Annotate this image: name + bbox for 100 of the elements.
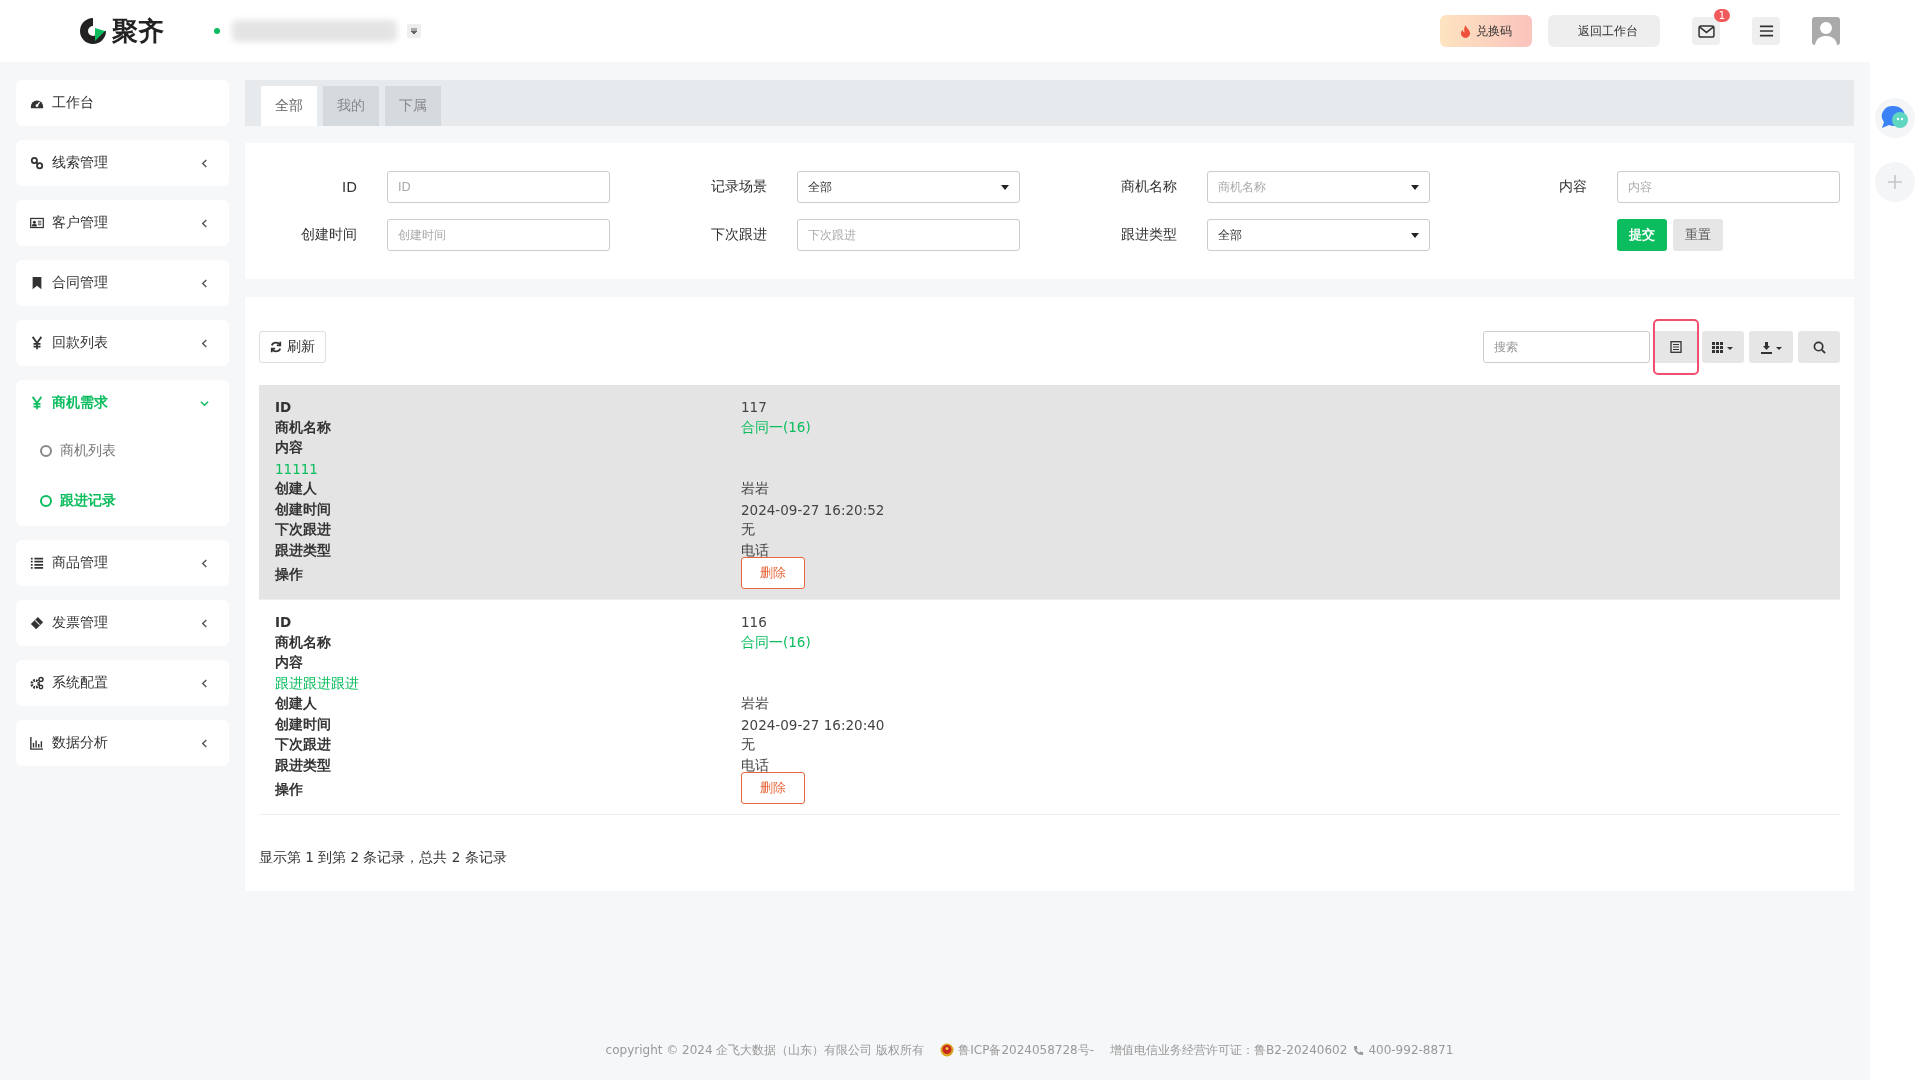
ticket-icon — [30, 616, 44, 630]
mail-icon — [1697, 24, 1715, 38]
input-field[interactable]: 下次跟进 — [797, 219, 1020, 251]
field-label: 跟进类型 — [275, 541, 332, 560]
tab[interactable]: 全部 — [261, 86, 317, 126]
field-label: 创建时间 — [275, 500, 332, 519]
field-value: 岩岩 — [741, 695, 769, 714]
refresh-button[interactable]: 刷新 — [259, 331, 326, 363]
menu-icon — [1758, 25, 1774, 37]
field-label: 创建时间 — [275, 715, 332, 734]
field-value: 116 — [741, 614, 767, 631]
reset-button[interactable]: 重置 — [1673, 219, 1723, 251]
field-value: 无 — [741, 521, 755, 540]
field-label: 商机名称 — [275, 418, 332, 437]
emblem-icon — [940, 1043, 955, 1057]
yen-icon — [30, 396, 44, 410]
columns-button[interactable] — [1702, 331, 1744, 363]
field-value: 电话 — [741, 756, 769, 775]
sidebar-item[interactable]: 客户管理 — [16, 200, 229, 246]
notification-badge: 1 — [1713, 9, 1730, 22]
field-label: 下次跟进 — [275, 521, 332, 540]
field-label: 内容 — [275, 439, 304, 458]
sidebar-item[interactable]: 商品管理 — [16, 540, 229, 586]
sidebar-item[interactable]: 线索管理 — [16, 140, 229, 186]
caret-icon — [1001, 184, 1009, 190]
field-label: 商机名称 — [1120, 178, 1177, 196]
field-value: 岩岩 — [741, 480, 769, 499]
list-icon — [30, 556, 44, 570]
input-field[interactable]: 创建时间 — [387, 219, 610, 251]
field-label: 操作 — [275, 781, 304, 799]
chat-bubbles-icon — [1881, 105, 1909, 131]
content-text: 11111 — [275, 460, 318, 477]
chevron-left-icon — [200, 738, 209, 748]
card-view-button[interactable] — [1655, 321, 1697, 373]
field-label: 创建时间 — [300, 226, 357, 244]
card-icon — [30, 216, 44, 230]
sidebar-item[interactable]: 数据分析 — [16, 720, 229, 766]
input-field[interactable]: 内容 — [1617, 171, 1840, 203]
field-label: 操作 — [275, 566, 304, 584]
select-field[interactable]: 全部 — [797, 171, 1020, 203]
field-label: 下次跟进 — [275, 736, 332, 755]
field-value: 无 — [741, 736, 755, 755]
chevron-left-icon — [200, 558, 209, 568]
content-text: 跟进跟进跟进 — [275, 674, 359, 693]
field-value: 2024-09-27 16:20:40 — [741, 716, 885, 733]
yen-icon — [30, 336, 44, 350]
caret-icon — [1411, 184, 1419, 190]
logo-text: 聚齐 — [112, 14, 164, 48]
field-label: 跟进类型 — [1120, 226, 1177, 244]
field-value: 2024-09-27 16:20:52 — [741, 501, 885, 518]
chevron-left-icon — [200, 278, 209, 288]
submenu-item[interactable]: 商机列表 — [16, 426, 229, 476]
field-value: 电话 — [741, 541, 769, 560]
field-label: 创建人 — [275, 480, 318, 499]
chevron-left-icon — [200, 338, 209, 348]
field-label: 跟进类型 — [275, 756, 332, 775]
field-label: ID — [275, 399, 293, 416]
input-field[interactable]: ID — [387, 171, 610, 203]
chevron-left-icon — [200, 218, 209, 228]
select-field[interactable]: 全部 — [1207, 219, 1430, 251]
chart-icon — [30, 736, 44, 750]
field-label: 商机名称 — [275, 633, 332, 652]
search-button[interactable] — [1798, 331, 1840, 363]
field-label: 下次跟进 — [710, 226, 767, 244]
chevron-down-icon — [200, 398, 209, 408]
field-label: 创建人 — [275, 695, 318, 714]
download-dropdown-icon — [1759, 340, 1783, 354]
card-view-icon — [1670, 341, 1682, 353]
copyright-text: copyright © 2024 企飞大数据（山东）有限公司 版权所有 — [605, 1041, 925, 1059]
sidebar-item[interactable]: 工作台 — [16, 80, 229, 126]
chat-button[interactable] — [1875, 98, 1915, 138]
license-text: 增值电信业务经营许可证：鲁B2-20240602 — [1110, 1041, 1348, 1059]
chevron-left-icon — [200, 158, 209, 168]
grid-dropdown-icon — [1712, 341, 1734, 353]
caret-icon — [1411, 232, 1419, 238]
link-icon — [30, 156, 44, 170]
chevron-left-icon — [200, 678, 209, 688]
chevron-left-icon — [200, 618, 209, 628]
export-button[interactable] — [1749, 331, 1793, 363]
field-label: 记录场景 — [710, 178, 767, 196]
sidebar-item[interactable]: 系统配置 — [16, 660, 229, 706]
flame-icon — [1460, 24, 1471, 38]
refresh-icon — [270, 341, 282, 353]
caret-icon[interactable] — [407, 24, 421, 38]
back-to-workbench-button[interactable]: 返回工作台 — [1548, 15, 1660, 47]
redeem-button[interactable]: 兑换码 — [1440, 15, 1532, 47]
field-label: 内容 — [275, 654, 304, 673]
phone-text: 400-992-8871 — [1368, 1043, 1454, 1057]
sidebar-item[interactable]: 发票管理 — [16, 600, 229, 646]
search-field[interactable]: 搜索 — [1483, 331, 1650, 363]
bookmark-icon — [30, 276, 44, 290]
pagination-info: 显示第 1 到第 2 条记录，总共 2 条记录 — [259, 849, 508, 867]
mail-button[interactable] — [1692, 17, 1720, 45]
field-value: 117 — [741, 399, 767, 416]
field-label: ID — [341, 179, 357, 195]
plus-icon — [1887, 174, 1903, 190]
gears-icon — [30, 676, 44, 690]
sidebar-item[interactable]: 回款列表 — [16, 320, 229, 366]
menu-button[interactable] — [1752, 17, 1780, 45]
sidebar-item[interactable]: 合同管理 — [16, 260, 229, 306]
